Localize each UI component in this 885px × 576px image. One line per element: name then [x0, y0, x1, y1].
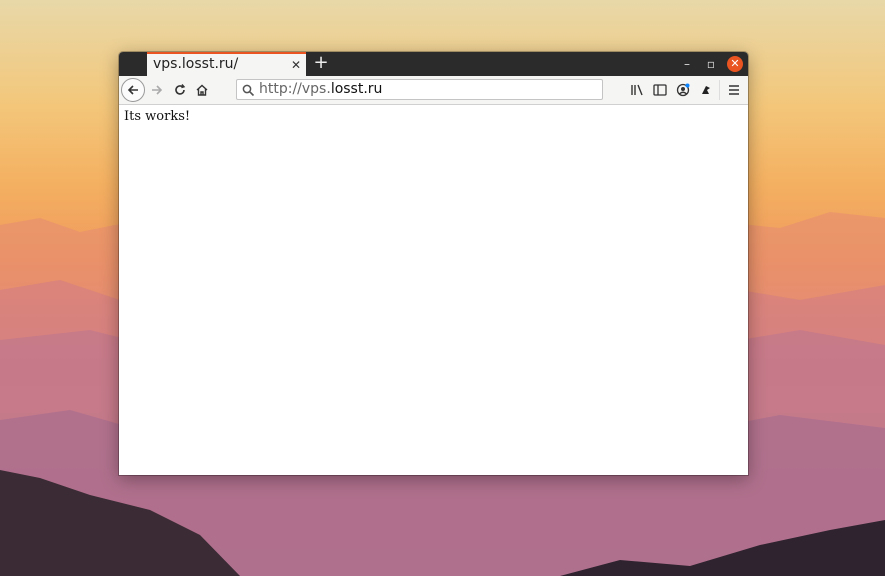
sidebar-icon[interactable] [650, 80, 670, 100]
nav-toolbar: http://vps.losst.ru [119, 76, 748, 105]
menu-icon[interactable] [724, 80, 744, 100]
url-prefix: http://vps. [259, 81, 331, 97]
tab-title: vps.losst.ru/ [153, 56, 239, 72]
url-host: losst.ru [330, 81, 383, 97]
maximize-icon[interactable]: ▫ [703, 56, 719, 72]
extension-icon[interactable] [696, 80, 716, 100]
account-icon[interactable] [673, 80, 693, 100]
search-icon [242, 82, 255, 101]
arrow-right-icon[interactable] [146, 79, 168, 101]
library-icon[interactable] [627, 80, 647, 100]
url-text: http://vps.losst.ru [259, 81, 382, 97]
plus-icon[interactable]: + [310, 53, 332, 75]
arrow-left-icon[interactable] [121, 78, 145, 102]
browser-window: vps.losst.ru/ ✕ + – ▫ ✕ http://vps.losst… [119, 52, 748, 475]
home-icon[interactable] [191, 79, 213, 101]
minimize-icon[interactable]: – [679, 56, 695, 72]
reload-icon[interactable] [169, 79, 191, 101]
close-icon[interactable]: ✕ [291, 57, 301, 73]
close-window-icon[interactable]: ✕ [727, 56, 743, 72]
toolbar-separator [719, 80, 720, 100]
tab-active[interactable]: vps.losst.ru/ ✕ [147, 52, 306, 76]
page-content: Its works! [119, 105, 748, 475]
address-bar[interactable]: http://vps.losst.ru [236, 79, 603, 100]
title-bar: vps.losst.ru/ ✕ + – ▫ ✕ [119, 52, 748, 76]
page-body-text: Its works! [124, 109, 191, 124]
